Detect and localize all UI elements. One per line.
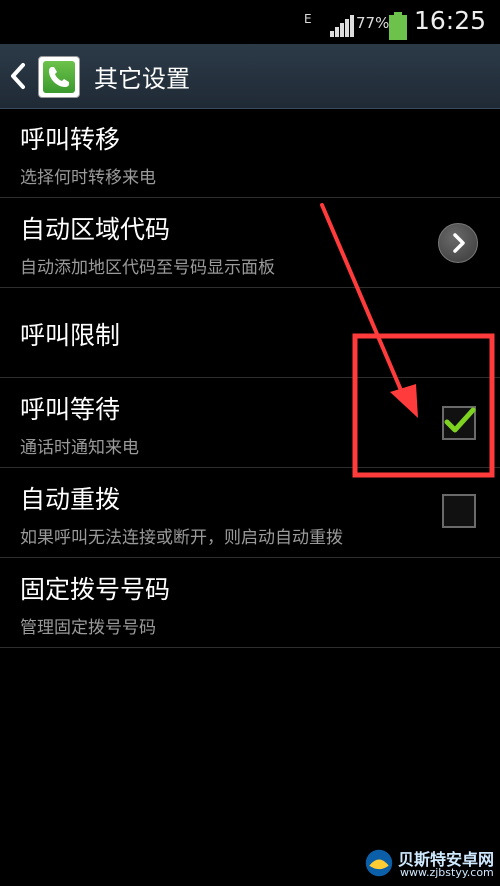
page-title: 其它设置	[94, 65, 190, 93]
setting-title: 呼叫等待	[20, 395, 121, 424]
watermark-logo-icon	[365, 849, 393, 877]
battery-icon	[389, 12, 407, 40]
clock: 16:25	[414, 6, 487, 35]
setting-summary: 自动添加地区代码至号码显示面板	[20, 258, 275, 278]
setting-title: 自动区域代码	[20, 215, 171, 244]
chevron-right-icon	[453, 233, 465, 253]
chevron-right-button[interactable]	[438, 223, 478, 263]
auto-redial-checkbox[interactable]	[442, 494, 476, 528]
phone-handset-icon	[49, 67, 69, 87]
network-type: E	[304, 12, 312, 26]
action-bar: 其它设置	[0, 44, 500, 109]
watermark: 贝斯特安卓网 www.zjbstyy.com	[360, 846, 496, 882]
setting-summary: 管理固定拨号号码	[20, 618, 156, 638]
settings-list: 呼叫转移 选择何时转移来电 自动区域代码 自动添加地区代码至号码显示面板 呼叫限…	[0, 108, 500, 648]
setting-call-barring[interactable]: 呼叫限制	[0, 288, 500, 378]
setting-auto-redial[interactable]: 自动重拨 如果呼叫无法连接或断开，则启动自动重拨	[0, 468, 500, 558]
setting-call-forwarding[interactable]: 呼叫转移 选择何时转移来电	[0, 108, 500, 198]
setting-fixed-dialing-numbers[interactable]: 固定拨号号码 管理固定拨号号码	[0, 558, 500, 648]
setting-title: 呼叫转移	[20, 125, 121, 154]
setting-call-waiting[interactable]: 呼叫等待 通话时通知来电	[0, 378, 500, 468]
setting-auto-area-code[interactable]: 自动区域代码 自动添加地区代码至号码显示面板	[0, 198, 500, 288]
setting-summary: 选择何时转移来电	[20, 168, 156, 188]
setting-summary: 如果呼叫无法连接或断开，则启动自动重拨	[20, 528, 343, 548]
back-chevron-icon[interactable]	[8, 62, 28, 90]
checkmark-icon	[444, 407, 476, 433]
phone-app-icon	[38, 56, 80, 98]
setting-summary: 通话时通知来电	[20, 438, 139, 458]
battery-percent: 77%	[356, 14, 390, 32]
setting-title: 自动重拨	[20, 485, 121, 514]
status-bar: E 77% 16:25	[0, 0, 500, 44]
setting-title: 固定拨号号码	[20, 575, 171, 604]
setting-title: 呼叫限制	[20, 321, 121, 350]
call-waiting-checkbox[interactable]	[442, 406, 476, 440]
watermark-url: www.zjbstyy.com	[400, 866, 494, 879]
signal-icon	[330, 15, 354, 37]
